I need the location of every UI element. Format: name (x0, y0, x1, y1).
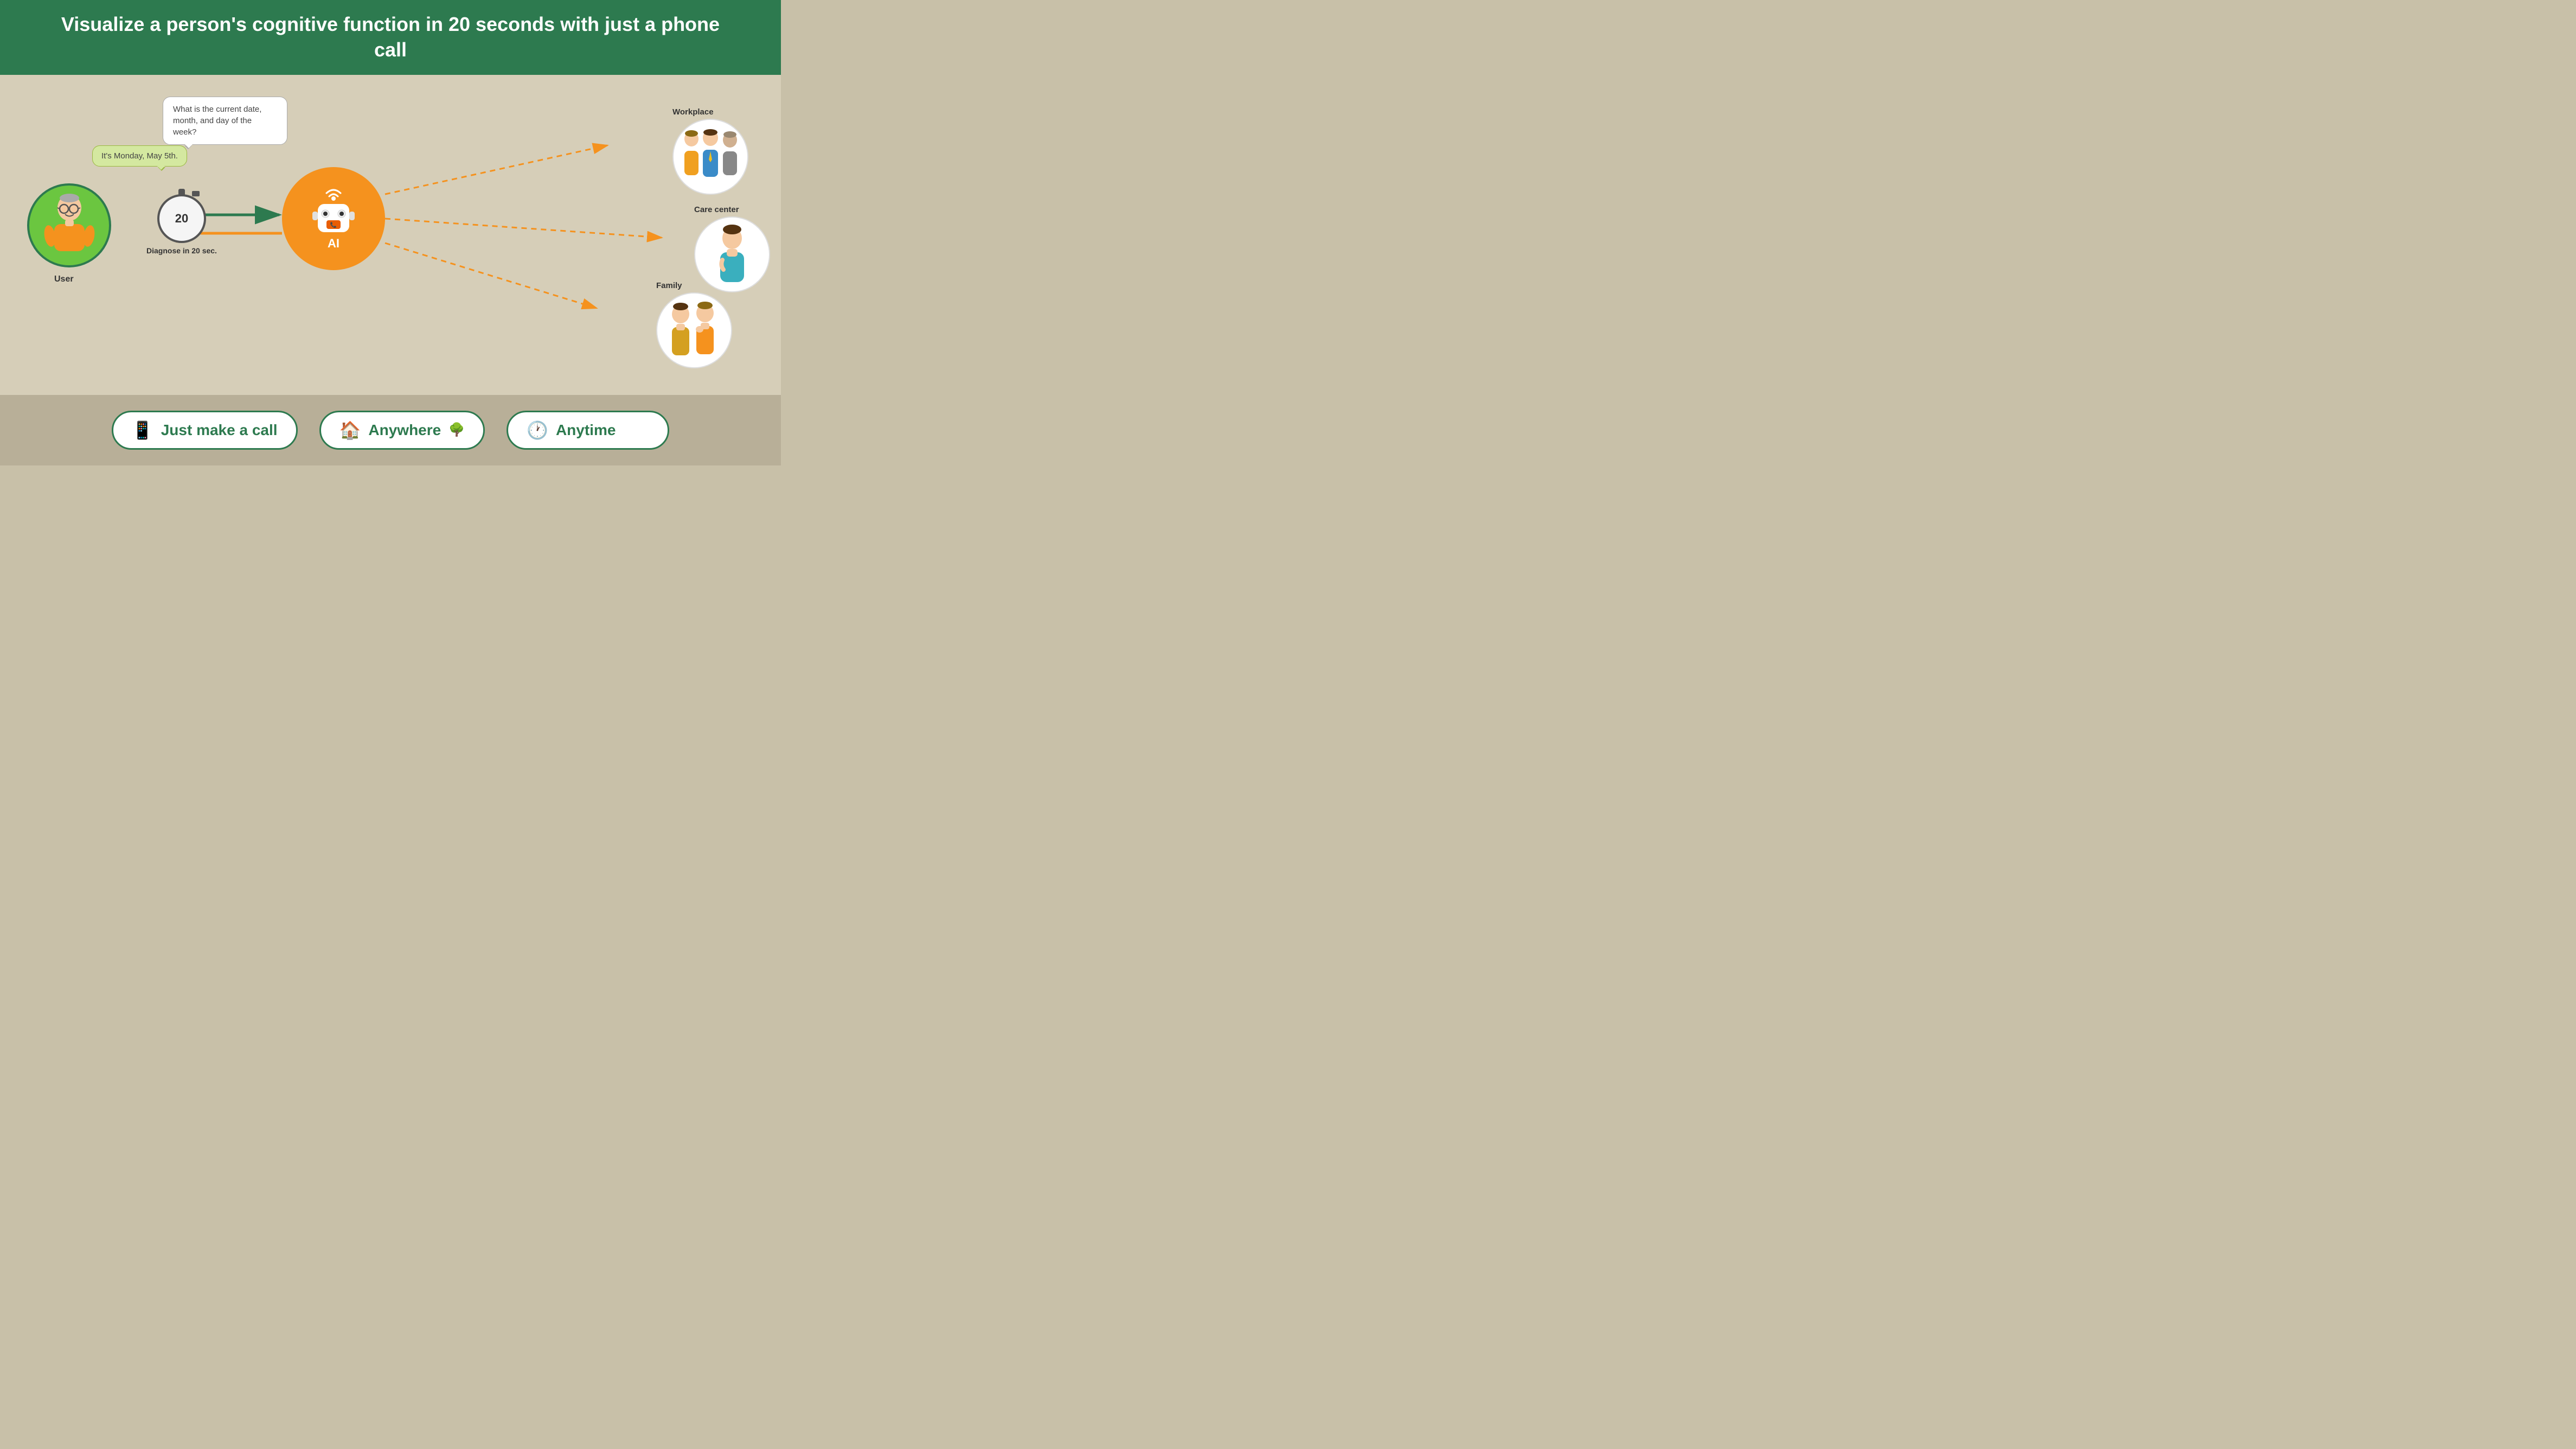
workplace-illustration (678, 127, 743, 187)
family-illustration (662, 299, 727, 361)
footer: 📱 Just make a call 🏠 Anywhere 🌳 🕐 Anytim… (0, 395, 781, 465)
family-circle (656, 292, 732, 368)
family-area: Family (656, 281, 732, 368)
ai-circle: 📞 AI (282, 167, 385, 270)
workplace-circle (672, 119, 748, 195)
carecenter-label: Care center (694, 205, 739, 214)
stopwatch-number: 20 (175, 212, 188, 226)
header: Visualize a person's cognitive function … (0, 0, 781, 75)
answer-bubble: It's Monday, May 5th. (92, 145, 187, 167)
svg-text:📞: 📞 (330, 221, 337, 228)
stopwatch: 20 (157, 194, 206, 243)
workplace-label: Workplace (672, 107, 714, 117)
user-illustration (42, 193, 97, 258)
footer-call-label: Just make a call (161, 422, 278, 439)
stopwatch-crown (178, 189, 185, 196)
user-avatar (27, 183, 111, 267)
header-title: Visualize a person's cognitive function … (43, 12, 738, 63)
house-icon: 🏠 (339, 420, 361, 441)
footer-pill-anytime: 🕐 Anytime (507, 411, 669, 450)
clock-icon: 🕐 (527, 420, 548, 441)
stopwatch-area: 20 Diagnose in 20 sec. (146, 194, 217, 255)
workplace-area: Workplace (672, 107, 748, 195)
footer-anywhere-label: Anywhere (368, 422, 441, 439)
family-label: Family (656, 281, 682, 290)
footer-pill-anywhere: 🏠 Anywhere 🌳 (319, 411, 485, 450)
tree-icon: 🌳 (448, 422, 465, 438)
main-content: What is the current date, month, and day… (0, 75, 781, 395)
carecenter-area: Care center (694, 205, 770, 292)
carecenter-illustration (700, 222, 765, 287)
phone-icon: 📱 (132, 420, 153, 441)
ai-robot-illustration: 📞 AI (304, 183, 363, 254)
stopwatch-button-side (192, 191, 200, 196)
question-bubble: What is the current date, month, and day… (163, 97, 287, 145)
footer-anytime-label: Anytime (556, 422, 616, 439)
diagnose-label: Diagnose in 20 sec. (146, 246, 217, 255)
user-label: User (54, 275, 74, 284)
svg-text:AI: AI (328, 237, 339, 250)
footer-pill-call: 📱 Just make a call (112, 411, 298, 450)
